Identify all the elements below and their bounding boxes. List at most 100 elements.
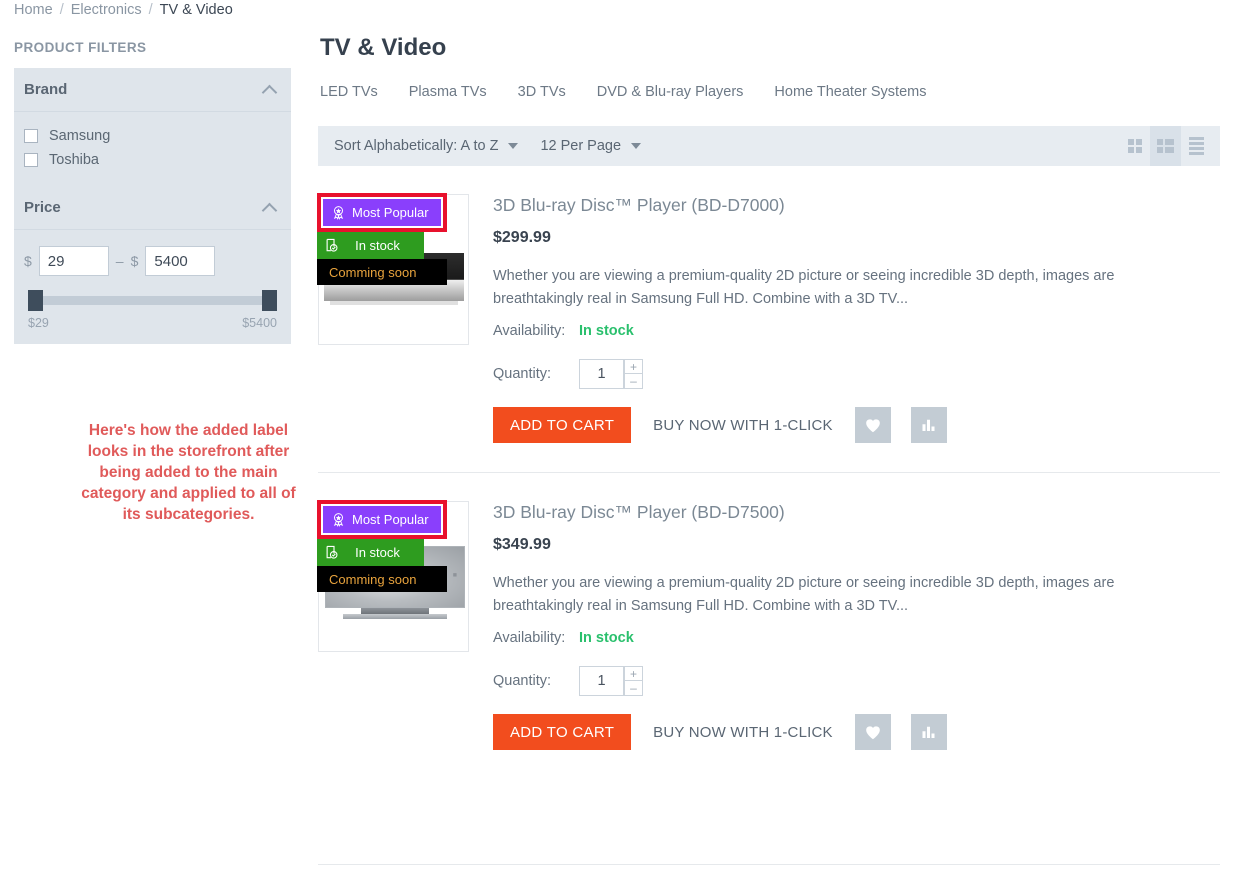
toolbar-selects: Sort Alphabetically: A to Z 12 Per Page — [334, 138, 642, 154]
breadcrumb: Home / Electronics / TV & Video — [14, 0, 233, 20]
label-most-popular: Most Popular — [323, 199, 441, 226]
in-stock-check-icon — [326, 545, 338, 559]
chevron-down-icon — [631, 143, 642, 149]
buy-now-one-click-button[interactable]: BUY NOW WITH 1-CLICK — [631, 714, 855, 750]
brand-filter-body: Samsung Toshiba — [14, 112, 291, 186]
product-actions: ADD TO CART BUY NOW WITH 1-CLICK — [493, 714, 1220, 750]
availability-row: Availability: In stock — [493, 630, 1220, 646]
price-filter-panel: Price $ – $ $29 $5400 — [14, 186, 291, 344]
most-popular-label-highlight: Most Popular — [317, 193, 447, 232]
availability-value: In stock — [579, 630, 634, 646]
page-title: TV & Video — [320, 34, 447, 61]
brand-option-toshiba[interactable]: Toshiba — [24, 148, 281, 172]
product-title[interactable]: 3D Blu-ray Disc™ Player (BD-D7000) — [493, 195, 1220, 216]
chevron-down-icon — [508, 143, 519, 149]
price-filter-title: Price — [24, 199, 61, 216]
per-page-dropdown-label: 12 Per Page — [540, 138, 622, 154]
list-view-button[interactable] — [1181, 126, 1212, 166]
price-range-dash: – — [115, 253, 124, 269]
price-min-input[interactable] — [38, 246, 109, 276]
product-list-toolbar: Sort Alphabetically: A to Z 12 Per Page — [318, 126, 1220, 166]
product-filters-title: PRODUCT FILTERS — [14, 40, 147, 55]
quantity-decrement-button[interactable]: – — [624, 681, 643, 696]
label-comming-soon-text: Comming soon — [329, 264, 417, 280]
product-info: 3D Blu-ray Disc™ Player (BD-D7500) $349.… — [493, 501, 1220, 750]
quantity-row: Quantity: 1 + – — [493, 666, 1220, 696]
quantity-stepper: + – — [624, 359, 643, 389]
view-mode-switcher — [1119, 126, 1212, 166]
add-to-wishlist-button[interactable] — [854, 714, 891, 750]
price-filter-header[interactable]: Price — [14, 186, 291, 230]
add-to-compare-button[interactable] — [910, 407, 947, 443]
checkbox-icon[interactable] — [24, 153, 38, 167]
price-range-inputs: $ – $ — [24, 242, 281, 276]
compact-list-view-button[interactable] — [1150, 126, 1181, 166]
breadcrumb-item-home[interactable]: Home — [14, 2, 53, 18]
checkbox-icon[interactable] — [24, 129, 38, 143]
availability-value: In stock — [579, 323, 634, 339]
add-to-wishlist-button[interactable] — [854, 407, 891, 443]
quantity-increment-button[interactable]: + — [624, 666, 643, 681]
heart-icon — [865, 418, 880, 432]
subcategory-link-led-tvs[interactable]: LED TVs — [320, 84, 378, 100]
add-to-compare-button[interactable] — [910, 714, 947, 750]
chevron-up-icon[interactable] — [263, 203, 277, 212]
most-popular-label-highlight: Most Popular — [317, 500, 447, 539]
product-image[interactable]: ■ Most Popular In stock Comming soon — [317, 500, 469, 652]
product-info: 3D Blu-ray Disc™ Player (BD-D7000) $299.… — [493, 194, 1220, 443]
brand-filter-header[interactable]: Brand — [14, 68, 291, 112]
product-title[interactable]: 3D Blu-ray Disc™ Player (BD-D7500) — [493, 502, 1220, 523]
add-to-cart-button[interactable]: ADD TO CART — [493, 407, 632, 443]
brand-filter-title: Brand — [24, 81, 68, 98]
per-page-dropdown[interactable]: 12 Per Page — [540, 138, 642, 154]
quantity-decrement-button[interactable]: – — [624, 374, 643, 389]
buy-now-one-click-button[interactable]: BUY NOW WITH 1-CLICK — [631, 407, 855, 443]
quantity-increment-button[interactable]: + — [624, 359, 643, 374]
list-view-icon — [1189, 137, 1204, 155]
availability-row: Availability: In stock — [493, 323, 1220, 339]
award-icon — [333, 206, 344, 220]
label-in-stock-text: In stock — [355, 238, 400, 253]
product-description: Whether you are viewing a premium-qualit… — [493, 268, 1115, 307]
compact-list-view-icon — [1157, 139, 1174, 153]
product-label-stack: Most Popular In stock Comming soon — [317, 500, 447, 592]
subcategory-link-3d-tvs[interactable]: 3D TVs — [518, 84, 566, 100]
compare-bars-icon — [922, 419, 935, 431]
product-filters-sidebar: PRODUCT FILTERS Brand Samsung Toshiba Pr… — [0, 40, 305, 344]
slider-handle-min[interactable] — [28, 290, 43, 311]
quantity-label: Quantity: — [493, 366, 552, 382]
sort-dropdown[interactable]: Sort Alphabetically: A to Z — [334, 138, 519, 154]
sort-dropdown-label: Sort Alphabetically: A to Z — [334, 138, 499, 154]
annotation-note: Here's how the added label looks in the … — [81, 422, 296, 523]
quantity-input[interactable]: 1 — [579, 359, 624, 389]
compare-bars-icon — [922, 726, 935, 738]
product-actions: ADD TO CART BUY NOW WITH 1-CLICK — [493, 407, 1220, 443]
product-image[interactable]: Most Popular In stock Comming soon — [317, 193, 469, 345]
product-price: $299.99 — [493, 229, 551, 246]
brand-option-samsung[interactable]: Samsung — [24, 124, 281, 148]
subcategory-link-dvd-bluray-players[interactable]: DVD & Blu-ray Players — [597, 84, 744, 100]
product-price: $349.99 — [493, 536, 551, 553]
price-max-input[interactable] — [145, 246, 216, 276]
price-slider-max-label: $5400 — [242, 316, 277, 330]
product-separator — [318, 864, 1220, 865]
price-slider-labels: $29 $5400 — [28, 316, 277, 330]
quantity-row: Quantity: 1 + – — [493, 359, 1220, 389]
quantity-input[interactable]: 1 — [579, 666, 624, 696]
currency-symbol: $ — [130, 253, 139, 269]
price-range-slider[interactable] — [28, 290, 277, 311]
product-description: Whether you are viewing a premium-qualit… — [493, 575, 1115, 614]
subcategory-link-home-theater-systems[interactable]: Home Theater Systems — [774, 84, 926, 100]
breadcrumb-item-current: TV & Video — [159, 2, 233, 18]
grid-view-button[interactable] — [1119, 126, 1150, 166]
breadcrumb-item-electronics[interactable]: Electronics — [71, 2, 142, 18]
breadcrumb-separator: / — [59, 2, 64, 18]
add-to-cart-button[interactable]: ADD TO CART — [493, 714, 632, 750]
quantity-stepper: + – — [624, 666, 643, 696]
chevron-up-icon[interactable] — [263, 85, 277, 94]
price-filter-body: $ – $ $29 $5400 — [14, 230, 291, 344]
slider-handle-max[interactable] — [262, 290, 277, 311]
main-content: TV & Video LED TVs Plasma TVs 3D TVs DVD… — [317, 34, 1220, 750]
breadcrumb-separator: / — [148, 2, 153, 18]
subcategory-link-plasma-tvs[interactable]: Plasma TVs — [409, 84, 487, 100]
